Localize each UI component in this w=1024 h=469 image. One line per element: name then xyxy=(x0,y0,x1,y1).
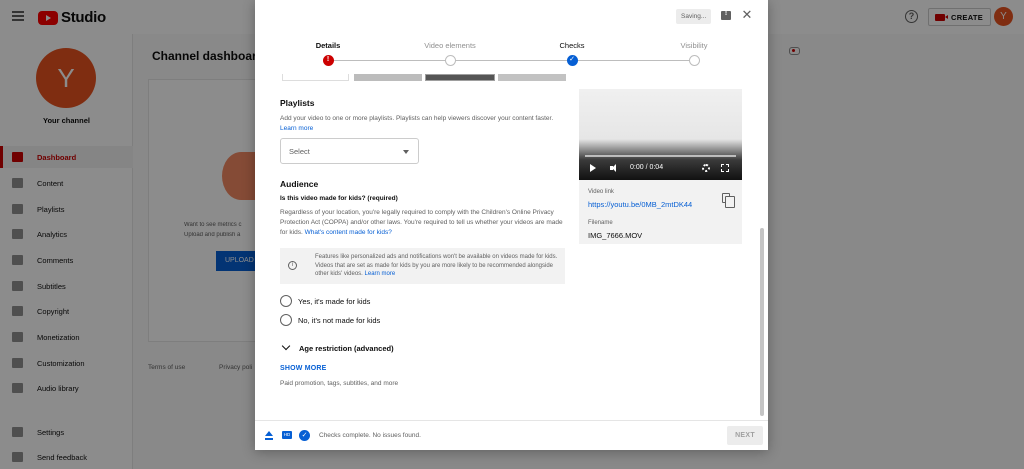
upload-dialog: Saving... ✕ Details ! Video elements Che… xyxy=(255,0,768,450)
video-preview-card: 0:00 / 0:04 Video link https://youtu.be/… xyxy=(579,89,742,244)
step-visibility-label[interactable]: Visibility xyxy=(654,41,734,50)
time-readout: 0:00 / 0:04 xyxy=(630,164,664,171)
dialog-footer: HD ✓ Checks complete. No issues found. N… xyxy=(255,420,768,450)
upload-icon[interactable] xyxy=(265,431,273,441)
checks-complete-icon[interactable]: ✓ xyxy=(299,430,310,441)
filename-value: IMG_7666.MOV xyxy=(588,231,643,240)
info-learn-more-link[interactable]: Learn more xyxy=(365,271,396,277)
checks-status: Checks complete. No issues found. xyxy=(319,432,421,439)
scrollbar[interactable] xyxy=(760,228,764,416)
info-icon: i xyxy=(288,261,297,270)
next-button[interactable]: NEXT xyxy=(727,426,763,445)
step-checks-label[interactable]: Checks xyxy=(532,41,612,50)
made-for-kids-question: Is this video made for kids? (required) xyxy=(280,195,398,202)
video-link[interactable]: https://youtu.be/0MB_2mtDK44 xyxy=(588,200,692,209)
audience-description: Regardless of your location, you're lega… xyxy=(280,209,563,236)
filename-label: Filename xyxy=(588,220,613,226)
copy-icon[interactable] xyxy=(722,193,735,208)
saving-status: Saving... xyxy=(676,9,712,24)
step-pending-icon[interactable] xyxy=(444,55,456,66)
radio-label: Yes, it's made for kids xyxy=(298,296,371,306)
radio-button[interactable] xyxy=(280,314,292,326)
info-text: Features like personalized ads and notif… xyxy=(315,254,558,277)
step-connector xyxy=(572,60,694,61)
settings-icon[interactable] xyxy=(702,164,710,172)
step-details-label[interactable]: Details xyxy=(288,41,368,50)
age-restriction-toggle[interactable]: Age restriction (advanced) xyxy=(280,341,394,355)
check-icon[interactable]: ✓ xyxy=(566,55,578,66)
play-icon[interactable] xyxy=(590,164,596,172)
radio-made-for-kids[interactable]: Yes, it's made for kids xyxy=(280,294,370,308)
show-more-button[interactable]: SHOW MORE xyxy=(280,365,327,372)
step-connector xyxy=(450,60,572,61)
audience-title: Audience xyxy=(280,179,319,189)
thumbnail-option[interactable] xyxy=(498,74,566,81)
chevron-down-icon xyxy=(281,341,291,351)
radio-not-made-for-kids[interactable]: No, it's not made for kids xyxy=(280,313,380,327)
volume-icon[interactable] xyxy=(610,164,619,172)
radio-button[interactable] xyxy=(280,295,292,307)
info-notice: i Features like personalized ads and not… xyxy=(280,248,565,284)
hd-icon[interactable]: HD xyxy=(282,431,292,439)
show-more-description: Paid promotion, tags, subtitles, and mor… xyxy=(280,380,399,387)
playlist-select[interactable]: Select xyxy=(280,138,419,164)
playlist-select-value: Select xyxy=(289,147,310,156)
step-video-elements-label[interactable]: Video elements xyxy=(410,41,490,50)
video-link-label: Video link xyxy=(588,189,614,195)
thumbnail-option[interactable] xyxy=(282,74,349,81)
feedback-icon[interactable] xyxy=(721,10,731,20)
learn-more-link[interactable]: Learn more xyxy=(280,125,313,132)
caret-down-icon xyxy=(403,150,409,154)
step-connector xyxy=(328,60,450,61)
made-for-kids-link[interactable]: What's content made for kids? xyxy=(305,229,392,236)
error-icon[interactable]: ! xyxy=(322,55,334,66)
upload-stepper: Details ! Video elements Checks ✓ Visibi… xyxy=(255,40,768,74)
age-restriction-label: Age restriction (advanced) xyxy=(299,343,394,353)
seek-bar[interactable] xyxy=(585,155,736,157)
thumbnail-option-selected[interactable] xyxy=(425,74,495,81)
details-form: Playlists Add your video to one or more … xyxy=(255,82,768,420)
playlists-description: Add your video to one or more playlists.… xyxy=(280,115,554,132)
video-player[interactable]: 0:00 / 0:04 xyxy=(579,89,742,180)
close-icon[interactable]: ✕ xyxy=(741,8,753,22)
step-pending-icon[interactable] xyxy=(688,55,700,66)
thumbnail-option[interactable] xyxy=(354,74,422,81)
radio-label: No, it's not made for kids xyxy=(298,315,381,325)
fullscreen-icon[interactable] xyxy=(721,164,729,172)
playlists-title: Playlists xyxy=(280,98,315,108)
